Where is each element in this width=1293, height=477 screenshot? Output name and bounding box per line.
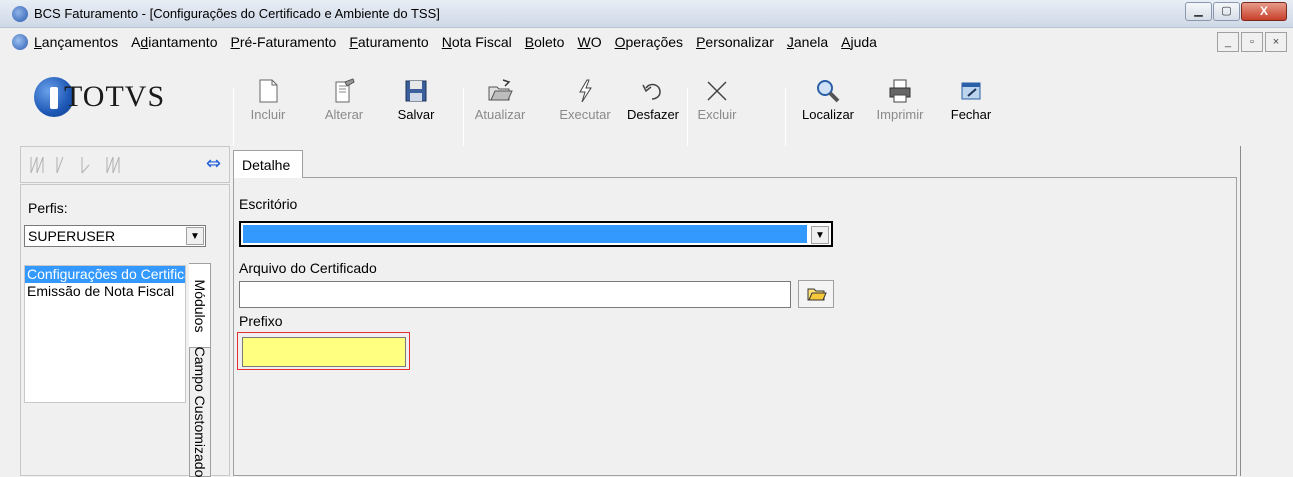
mdi-restore-button[interactable]: ▫ <box>1241 32 1263 52</box>
tab-detalhe[interactable]: Detalhe <box>233 150 303 178</box>
arquivo-certificado-label: Arquivo do Certificado <box>239 260 377 276</box>
save-icon <box>403 78 429 104</box>
toolbar-separator <box>687 88 688 146</box>
minimize-icon: ▁ <box>1194 5 1203 17</box>
open-folder-icon <box>807 288 827 301</box>
fechar-button[interactable]: Fechar <box>948 78 994 144</box>
menu-item-0[interactable]: Lançamentos <box>34 34 118 50</box>
chevron-down-icon[interactable]: ▼ <box>186 227 204 245</box>
incluir-button[interactable]: Incluir <box>240 78 296 144</box>
left-panel: Perfis: SUPERUSER ▼ Configurações do Cer… <box>20 184 230 477</box>
alterar-button[interactable]: Alterar <box>316 78 372 144</box>
toolbar-separator <box>233 88 234 146</box>
toolbar-separator <box>785 88 786 146</box>
title-bar: BCS Faturamento - [Configurações do Cert… <box>0 0 1293 28</box>
executar-button[interactable]: Executar <box>552 78 618 144</box>
maximize-button[interactable]: ▢ <box>1213 2 1240 21</box>
menu-item-8[interactable]: Personalizar <box>696 34 774 50</box>
tab-modulos-label: Módulos <box>191 279 208 333</box>
close-window-icon <box>958 78 984 104</box>
menu-items: Lançamentos Adiantamento Pré-Faturamento Fa… <box>34 34 890 50</box>
delete-x-icon <box>704 78 730 104</box>
record-nav-arrows-icon[interactable] <box>27 155 137 179</box>
menu-item-9[interactable]: Janela <box>787 34 828 50</box>
printer-icon <box>887 78 913 104</box>
menu-item-2[interactable]: Pré-Faturamento <box>231 34 337 50</box>
salvar-button[interactable]: Salvar <box>388 78 444 144</box>
escritorio-dropdown[interactable]: ▼ <box>239 221 833 247</box>
window-controls: ▁ ▢ X <box>1184 2 1287 21</box>
escritorio-label: Escritório <box>239 196 298 212</box>
swap-panel-icon[interactable]: ⇔ <box>206 153 221 174</box>
executar-label: Executar <box>559 107 611 122</box>
window-title: BCS Faturamento - [Configurações do Cert… <box>34 6 440 21</box>
incluir-label: Incluir <box>250 107 286 122</box>
prefixo-input[interactable] <box>242 337 406 367</box>
open-folder-icon <box>487 78 513 104</box>
close-button[interactable]: X <box>1241 2 1287 21</box>
arquivo-certificado-input[interactable] <box>239 281 791 308</box>
list-item[interactable]: Emissão de Nota Fiscal <box>25 283 185 300</box>
mdi-minimize-button[interactable]: _ <box>1217 32 1239 52</box>
perfis-label: Perfis: <box>28 200 68 216</box>
fechar-label: Fechar <box>950 107 992 122</box>
menu-app-icon[interactable] <box>12 34 28 50</box>
imprimir-label: Imprimir <box>876 107 924 122</box>
menu-bar: Lançamentos Adiantamento Pré-Faturamento Fa… <box>0 28 1293 56</box>
right-panel <box>1240 146 1293 476</box>
excluir-label: Excluir <box>697 107 737 122</box>
chevron-down-icon[interactable]: ▼ <box>811 226 829 244</box>
lightning-icon <box>572 78 598 104</box>
menu-item-7[interactable]: Operações <box>615 34 683 50</box>
desfazer-label: Desfazer <box>626 107 680 122</box>
atualizar-label: Atualizar <box>474 107 526 122</box>
menu-item-5[interactable]: Boleto <box>525 34 565 50</box>
perfis-dropdown[interactable]: SUPERUSER ▼ <box>24 225 206 247</box>
menu-item-4[interactable]: Nota Fiscal <box>442 34 512 50</box>
magnifier-icon <box>815 78 841 104</box>
menu-item-6[interactable]: WO <box>577 34 601 50</box>
record-navigation: ⇔ <box>20 146 230 183</box>
mdi-controls: _ ▫ × <box>1215 32 1287 52</box>
localizar-label: Localizar <box>801 107 855 122</box>
menu-item-10[interactable]: Ajuda <box>841 34 877 50</box>
app-icon <box>12 6 28 22</box>
salvar-label: Salvar <box>397 107 435 122</box>
imprimir-button[interactable]: Imprimir <box>872 78 928 144</box>
minimize-button[interactable]: ▁ <box>1185 2 1212 21</box>
atualizar-button[interactable]: Atualizar <box>470 78 530 144</box>
mdi-close-button[interactable]: × <box>1265 32 1287 52</box>
tab-detalhe-label: Detalhe <box>242 157 291 173</box>
undo-icon <box>640 78 666 104</box>
toolbar: TOTVS Incluir Alterar Salvar Atualizar E… <box>0 56 1293 146</box>
escritorio-value <box>243 225 807 243</box>
toolbar-separator <box>463 88 464 146</box>
browse-file-button[interactable] <box>798 280 834 308</box>
prefixo-label: Prefixo <box>239 313 283 329</box>
close-icon: X <box>1259 4 1268 18</box>
desfazer-button[interactable]: Desfazer <box>622 78 684 144</box>
modules-list[interactable]: Configurações do Certificado e Ambiente … <box>24 265 186 403</box>
alterar-label: Alterar <box>324 107 364 122</box>
list-item[interactable]: Configurações do Certificado e Ambiente … <box>25 266 185 283</box>
tab-campo-customizado[interactable]: Campo Customizado <box>189 347 211 477</box>
menu-item-3[interactable]: Faturamento <box>349 34 428 50</box>
tab-modulos[interactable]: Módulos <box>189 263 211 349</box>
menu-item-1[interactable]: Adiantamento <box>131 34 217 50</box>
edit-document-icon <box>331 78 357 104</box>
excluir-button[interactable]: Excluir <box>692 78 742 144</box>
totvs-logo: TOTVS <box>20 66 230 146</box>
localizar-button[interactable]: Localizar <box>792 78 864 144</box>
maximize-icon: ▢ <box>1221 5 1232 17</box>
perfis-value: SUPERUSER <box>28 228 116 244</box>
new-document-icon <box>255 78 281 104</box>
tab-campo-customizado-label: Campo Customizado <box>192 346 208 477</box>
totvs-logo-text: TOTVS <box>64 80 166 113</box>
